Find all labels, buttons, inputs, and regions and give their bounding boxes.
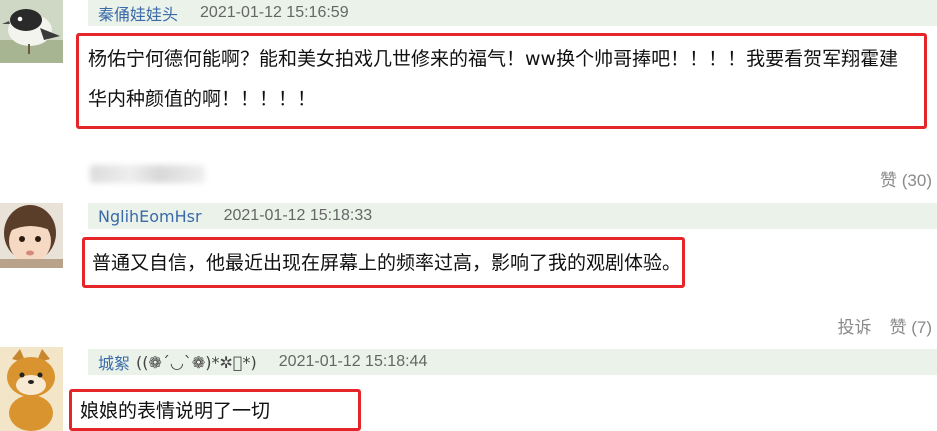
comment-timestamp: 2021-01-12 15:16:59 — [200, 4, 349, 21]
comment-text-line: 华内种颜值的啊！！！！！ — [88, 88, 317, 110]
comment-header: 秦俑娃娃头 2021-01-12 15:16:59 — [88, 0, 937, 26]
username-emoticon: ((❁´◡`❁)*✲ﾟ*) — [136, 352, 257, 372]
comment-actions: 赞 (30) — [880, 166, 932, 191]
comment-header: NglihEomHsr 2021-01-12 15:18:33 — [88, 203, 937, 229]
username-link[interactable]: 秦俑娃娃头 — [98, 1, 178, 25]
like-button[interactable]: 赞 (7) — [890, 313, 933, 338]
comment-timestamp: 2021-01-12 15:18:44 — [278, 353, 428, 370]
comment-text: 杨佑宁何德何能啊？能和美女拍戏几世修来的福气！ww换个帅哥捧吧！！！！我要看贺军… — [88, 39, 928, 119]
comment-timestamp: 2021-01-12 15:18:33 — [223, 207, 373, 224]
bird-avatar-icon — [0, 0, 63, 63]
baby-avatar-icon — [0, 203, 63, 268]
comment-text-line: 普通又自信，他最近出现在屏幕上的频率过高，影响了我的观剧体验。 — [92, 252, 682, 274]
comment-text: 普通又自信，他最近出现在屏幕上的频率过高，影响了我的观剧体验。 — [92, 243, 692, 283]
like-button[interactable]: 赞 (30) — [880, 166, 932, 191]
avatar-bird[interactable] — [0, 0, 63, 63]
comment-actions: 投诉 赞 (7) — [838, 313, 933, 338]
comment-text-line: 娘娘的表情说明了一切 — [80, 400, 271, 422]
avatar-baby[interactable] — [0, 203, 63, 268]
blurred-reply — [90, 165, 205, 183]
username-link[interactable]: NglihEomHsr — [98, 207, 202, 226]
comment-text: 娘娘的表情说明了一切 — [80, 391, 360, 431]
comment-text-line: 杨佑宁何德何能啊？能和美女拍戏几世修来的福气！ww换个帅哥捧吧！！！！我要看贺军… — [88, 48, 899, 70]
username-link[interactable]: 城絮 — [98, 350, 130, 374]
shiba-dog-avatar-icon — [0, 347, 63, 431]
report-button[interactable]: 投诉 — [838, 313, 872, 338]
avatar-shiba[interactable] — [0, 347, 63, 431]
comment-header: 城絮 ((❁´◡`❁)*✲ﾟ*) 2021-01-12 15:18:44 — [88, 349, 937, 375]
